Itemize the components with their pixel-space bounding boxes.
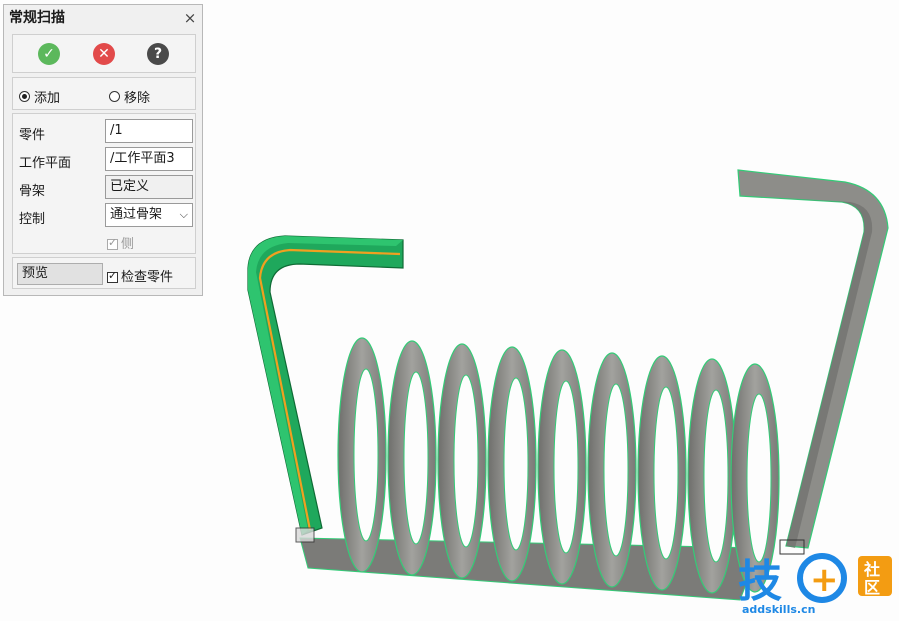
mode-selector: 添加 移除 [12, 77, 196, 110]
logo-badge-bottom: 区 [864, 578, 880, 597]
side-checkbox[interactable]: 侧 [107, 233, 134, 252]
coil-turn-8 [687, 358, 737, 594]
action-bar: ✓ ✕ ? [12, 34, 196, 73]
close-icon[interactable]: × [182, 5, 198, 31]
site-logo: 技 + 社 区 addskills.cn [738, 553, 892, 616]
skeleton-label: 骨架 [19, 184, 46, 199]
workplane-field[interactable]: /工作平面3 [105, 147, 193, 171]
control-dropdown-value: 通过骨架 [110, 207, 163, 222]
help-icon[interactable]: ? [147, 43, 169, 65]
radio-remove-label: 移除 [124, 91, 151, 106]
panel-title-text: 常规扫描 [9, 10, 65, 26]
part-field[interactable]: /1 [105, 119, 193, 143]
chevron-down-icon[interactable]: ⌵ [180, 204, 188, 226]
coil-turn-6 [587, 352, 637, 588]
coil-turn-5 [537, 349, 587, 585]
radio-add-label: 添加 [34, 91, 61, 106]
check-parts-checkbox[interactable]: 检查零件 [107, 266, 173, 285]
check-parts-box[interactable] [107, 269, 118, 283]
skeleton-field[interactable]: 已定义 [105, 175, 193, 199]
logo-plus: + [810, 560, 839, 600]
coil-turn-3 [437, 343, 487, 579]
logo-badge-top: 社 [863, 560, 880, 579]
control-dropdown[interactable]: 通过骨架 ⌵ [105, 203, 193, 227]
side-checkbox-label: 侧 [121, 237, 135, 252]
workplane-label: 工作平面 [19, 156, 72, 171]
radio-remove-indicator[interactable] [109, 91, 120, 102]
coil-turn-1 [337, 337, 387, 573]
coil-turn-2 [387, 340, 437, 576]
coil-turn-4 [487, 346, 537, 582]
cancel-icon[interactable]: ✕ [93, 43, 115, 65]
panel-title: 常规扫描 × [4, 5, 202, 31]
spring-coils [337, 337, 780, 594]
coil-turn-7 [637, 355, 687, 591]
logo-url: addskills.cn [742, 603, 815, 616]
side-checkbox-box[interactable] [107, 236, 118, 250]
preview-button[interactable]: 预览 [17, 263, 103, 285]
radio-add-indicator[interactable] [19, 91, 30, 102]
logo-glyph: 技 [738, 556, 782, 607]
sweep-panel: 常规扫描 × ✓ ✕ ? 添加 移除 零件 /1 工作平面 /工作平面3 骨架 … [3, 4, 203, 296]
check-parts-label: 检查零件 [121, 270, 174, 285]
radio-add[interactable]: 添加 [19, 87, 60, 106]
part-label: 零件 [19, 128, 46, 143]
parameters-section: 零件 /1 工作平面 /工作平面3 骨架 已定义 控制 通过骨架 ⌵ 侧 [12, 113, 196, 254]
confirm-icon[interactable]: ✓ [38, 43, 60, 65]
preview-section: 预览 检查零件 [12, 257, 196, 289]
radio-remove[interactable]: 移除 [109, 87, 150, 106]
control-label: 控制 [19, 212, 46, 227]
